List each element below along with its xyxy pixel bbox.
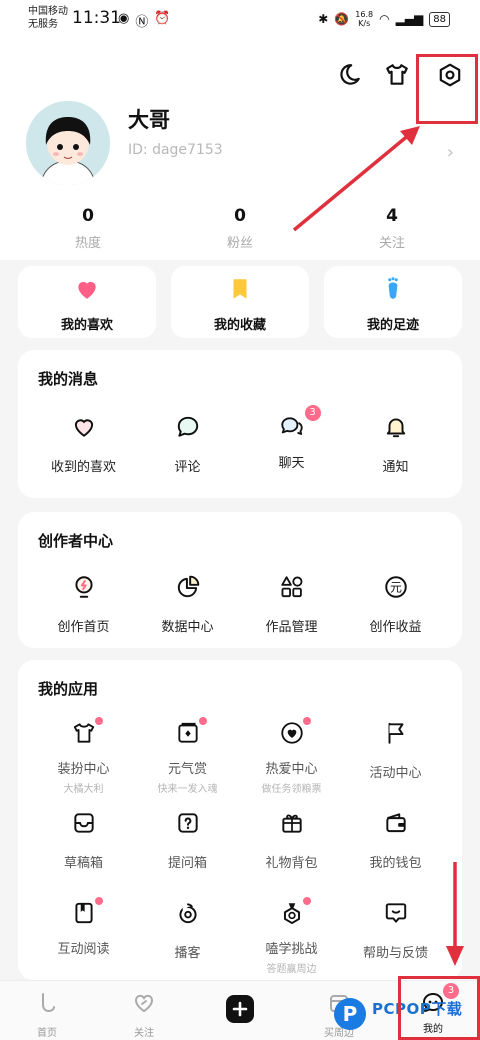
arrow-head-to-me-tab (446, 946, 464, 966)
annotation-arrows (292, 126, 464, 966)
arrow-head-to-settings (400, 126, 420, 145)
arrow-line-to-settings (292, 132, 412, 232)
